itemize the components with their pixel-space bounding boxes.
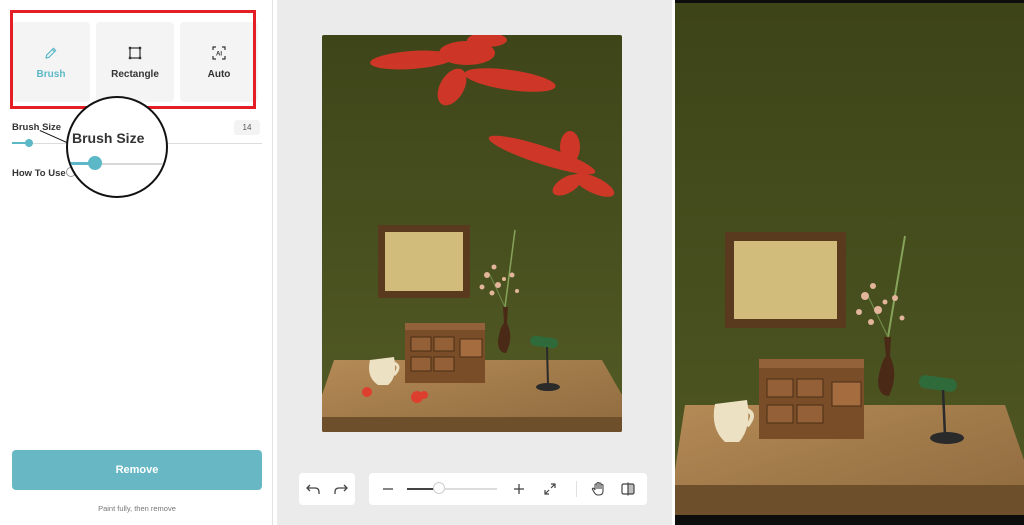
zoom-in-button[interactable]: [510, 480, 528, 498]
redo-button[interactable]: [332, 480, 350, 498]
expand-icon: [544, 483, 556, 495]
callout-leader-line: [35, 130, 68, 153]
tool-panel: Brush Rectangle AI Auto Brush Size 14 Ho…: [0, 0, 273, 525]
auto-tool-label: Auto: [207, 68, 231, 80]
redo-icon: [334, 484, 348, 494]
pencil-icon: [45, 47, 57, 59]
ai-select-icon: AI: [212, 45, 226, 60]
pan-button[interactable]: [589, 480, 607, 498]
plus-icon: [514, 484, 524, 494]
compare-button[interactable]: [619, 480, 637, 498]
undo-button[interactable]: [304, 480, 322, 498]
toolbar-divider: [576, 481, 577, 497]
rectangle-tool-label: Rectangle: [111, 68, 159, 80]
editing-canvas[interactable]: [322, 35, 622, 432]
compare-icon: [621, 482, 635, 496]
brush-size-label: Brush Size: [12, 122, 62, 133]
fit-screen-button[interactable]: [541, 480, 559, 498]
history-toolbar: [299, 473, 355, 505]
rectangle-tool-button[interactable]: Rectangle: [96, 22, 174, 102]
brush-tool-button[interactable]: Brush: [12, 22, 90, 102]
remove-hint: Paint fully, then remove: [98, 504, 176, 513]
view-toolbar: [369, 473, 647, 505]
brush-tool-label: Brush: [36, 68, 66, 80]
room-scene-image: [322, 35, 622, 432]
rectangle-select-icon: [128, 46, 142, 59]
how-to-use-label[interactable]: How To Use: [12, 168, 66, 179]
magnifier-label: Brush Size: [72, 130, 145, 146]
cleaned-scene-image: [675, 3, 1024, 515]
remove-button[interactable]: Remove: [12, 450, 262, 490]
brush-size-value[interactable]: 14: [234, 120, 260, 135]
tool-selector: Brush Rectangle AI Auto: [12, 22, 258, 102]
minus-icon: [383, 488, 393, 490]
brush-size-slider-thumb[interactable]: [25, 139, 33, 147]
hand-icon: [591, 481, 604, 496]
zoom-slider-thumb[interactable]: [433, 482, 445, 494]
magnifier-callout: Brush Size: [66, 96, 168, 198]
auto-tool-button[interactable]: AI Auto: [180, 22, 258, 102]
zoom-out-button[interactable]: [379, 480, 397, 498]
result-preview: [675, 0, 1024, 525]
magnifier-slider-thumb: [88, 156, 102, 170]
canvas-area: [277, 0, 672, 525]
svg-text:AI: AI: [216, 51, 222, 57]
undo-icon: [306, 484, 320, 494]
